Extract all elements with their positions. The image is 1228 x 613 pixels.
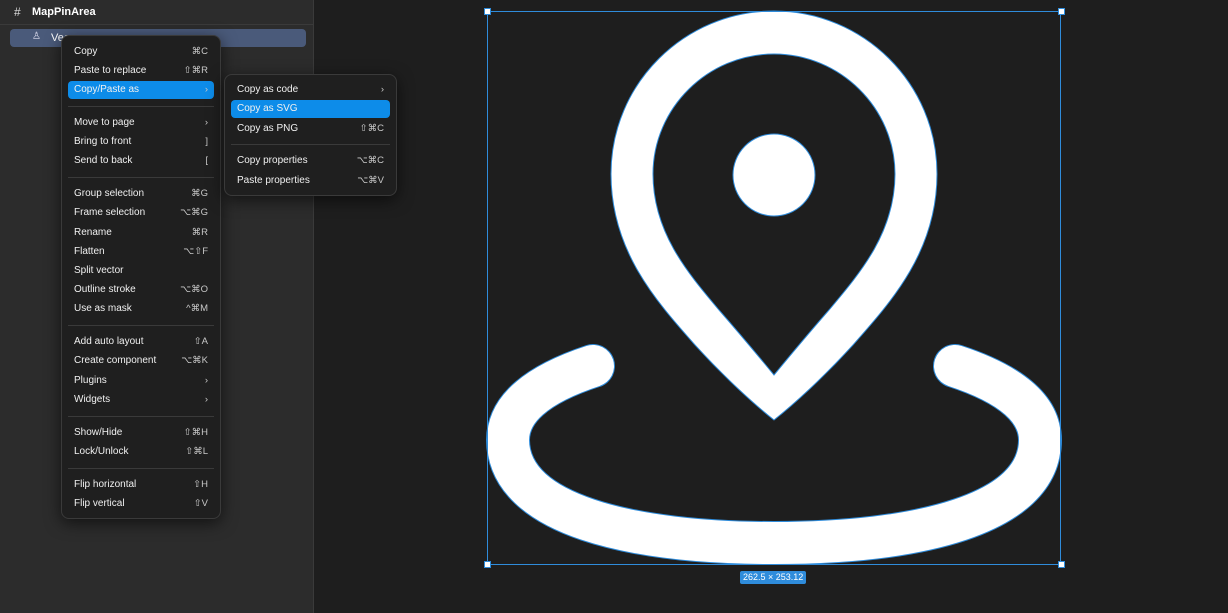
menu-item-rename[interactable]: Rename ⌘R — [68, 224, 214, 242]
resize-handle-bottom-right[interactable] — [1058, 561, 1065, 568]
menu-item-create-component[interactable]: Create component ⌥⌘K — [68, 352, 214, 370]
menu-item-add-auto-layout[interactable]: Add auto layout ⇧A — [68, 333, 214, 351]
copy-paste-as-submenu: Copy as code › Copy as SVG Copy as PNG ⇧⌘C… — [224, 74, 397, 196]
menu-item-split-vector[interactable]: Split vector — [68, 262, 214, 280]
menu-item-outline-stroke[interactable]: Outline stroke ⌥⌘O — [68, 281, 214, 299]
submenu-item-copy-as-code[interactable]: Copy as code › — [231, 81, 390, 99]
frame-layer-name: MapPinArea — [32, 6, 96, 18]
menu-item-frame-selection[interactable]: Frame selection ⌥⌘G — [68, 204, 214, 222]
menu-separator — [68, 106, 214, 107]
frame-icon: # — [14, 5, 21, 19]
chevron-right-icon: › — [204, 375, 208, 386]
submenu-item-copy-properties[interactable]: Copy properties ⌥⌘C — [231, 152, 390, 170]
chevron-right-icon: › — [204, 84, 208, 95]
menu-separator — [68, 416, 214, 417]
layer-row-frame[interactable]: # MapPinArea — [0, 0, 313, 25]
menu-item-move-to-page[interactable]: Move to page › — [68, 114, 214, 132]
menu-item-bring-to-front[interactable]: Bring to front] — [68, 133, 214, 151]
resize-handle-top-right[interactable] — [1058, 8, 1065, 15]
menu-item-show-hide[interactable]: Show/Hide ⇧⌘H — [68, 424, 214, 442]
menu-item-flatten[interactable]: Flatten ⌥⇧F — [68, 243, 214, 261]
submenu-item-copy-as-png[interactable]: Copy as PNG ⇧⌘C — [231, 120, 390, 138]
menu-item-lock-unlock[interactable]: Lock/Unlock ⇧⌘L — [68, 443, 214, 461]
menu-separator — [68, 325, 214, 326]
resize-handle-top-left[interactable] — [484, 8, 491, 15]
submenu-item-paste-properties[interactable]: Paste properties ⌥⌘V — [231, 172, 390, 190]
dimension-badge: 262.5 × 253.12 — [740, 571, 807, 584]
menu-item-use-as-mask[interactable]: Use as mask ^⌘M — [68, 300, 214, 318]
menu-item-group-selection[interactable]: Group selection ⌘G — [68, 185, 214, 203]
chevron-right-icon: › — [204, 117, 208, 128]
chevron-right-icon: › — [380, 84, 384, 95]
menu-item-plugins[interactable]: Plugins › — [68, 372, 214, 390]
menu-item-copy[interactable]: Copy ⌘C — [68, 43, 214, 61]
menu-item-widgets[interactable]: Widgets › — [68, 391, 214, 409]
menu-item-paste-to-replace[interactable]: Paste to replace ⇧⌘R — [68, 62, 214, 80]
menu-separator — [231, 144, 390, 145]
menu-item-send-to-back[interactable]: Send to back[ — [68, 152, 214, 170]
menu-separator — [68, 177, 214, 178]
vector-icon: ♙ — [32, 31, 41, 42]
selection-box — [487, 11, 1061, 565]
submenu-item-copy-as-svg[interactable]: Copy as SVG — [231, 100, 390, 118]
chevron-right-icon: › — [204, 394, 208, 405]
menu-item-flip-horizontal[interactable]: Flip horizontal ⇧H — [68, 476, 214, 494]
menu-separator — [68, 468, 214, 469]
menu-item-copy-paste-as[interactable]: Copy/Paste as › — [68, 81, 214, 99]
context-menu: Copy ⌘C Paste to replace ⇧⌘R Copy/Paste as… — [61, 35, 221, 519]
design-canvas[interactable]: 262.5 × 253.12 — [315, 0, 1228, 613]
menu-item-flip-vertical[interactable]: Flip vertical ⇧V — [68, 495, 214, 513]
resize-handle-bottom-left[interactable] — [484, 561, 491, 568]
